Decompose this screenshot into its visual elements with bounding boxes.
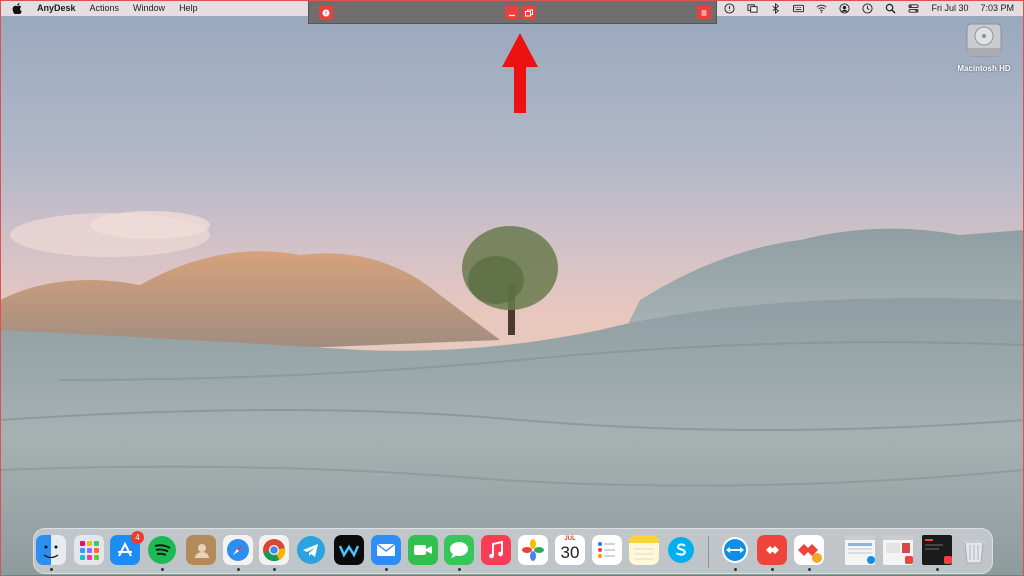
running-indicator xyxy=(273,568,276,571)
dock-window-preview-2[interactable] xyxy=(883,535,913,565)
dock-finder[interactable] xyxy=(36,535,66,565)
wifi-icon[interactable] xyxy=(816,3,827,14)
keyboard-icon[interactable] xyxy=(793,3,805,14)
running-indicator xyxy=(734,568,737,571)
dock-skype[interactable] xyxy=(666,535,696,565)
app-name-menu[interactable]: AnyDesk xyxy=(37,3,76,13)
dock-webex[interactable] xyxy=(334,535,364,565)
calendar-month: JUL xyxy=(564,536,576,542)
dock-teamviewer[interactable] xyxy=(720,535,750,565)
menu-help[interactable]: Help xyxy=(179,3,198,13)
running-indicator xyxy=(385,568,388,571)
running-indicator xyxy=(237,568,240,571)
running-indicator xyxy=(771,568,774,571)
clock-time[interactable]: 7:03 PM xyxy=(980,3,1014,13)
running-indicator xyxy=(161,568,164,571)
control-center-icon[interactable] xyxy=(908,3,919,14)
hard-drive-icon xyxy=(966,23,1002,57)
menu-window[interactable]: Window xyxy=(133,3,165,13)
user-icon[interactable] xyxy=(839,2,850,14)
running-indicator xyxy=(808,568,811,571)
running-indicator xyxy=(50,568,53,571)
dock-launchpad[interactable] xyxy=(74,535,104,565)
dock-facetime[interactable] xyxy=(408,535,438,565)
dock-chrome[interactable] xyxy=(259,535,289,565)
running-indicator xyxy=(936,568,939,571)
macintosh-hd[interactable]: Macintosh HD xyxy=(952,20,1016,73)
dock-contacts[interactable] xyxy=(186,535,216,565)
menu-icon[interactable] xyxy=(697,6,711,20)
app-store-badge: 4 xyxy=(131,531,144,544)
dock-window-preview-1[interactable] xyxy=(845,535,875,565)
dock-telegram[interactable] xyxy=(296,535,326,565)
restore-window-icon[interactable] xyxy=(522,6,536,20)
apple-menu-icon[interactable] xyxy=(12,2,25,15)
minimize-icon[interactable] xyxy=(505,6,519,20)
status-area: Fri Jul 30 7:03 PM xyxy=(701,0,1014,16)
dock-notes[interactable] xyxy=(629,535,659,565)
dock-messages[interactable] xyxy=(444,535,474,565)
running-indicator xyxy=(458,568,461,571)
dock-music[interactable] xyxy=(481,535,511,565)
dock-trash[interactable] xyxy=(959,535,989,565)
menu-actions[interactable]: Actions xyxy=(90,3,120,13)
dock-mail[interactable] xyxy=(371,535,401,565)
time-machine-icon[interactable] xyxy=(862,2,873,14)
bluetooth-icon[interactable] xyxy=(770,2,781,14)
screens-icon[interactable] xyxy=(747,3,758,14)
red-arrow-annotation xyxy=(502,33,538,113)
dock-anydesk-alt[interactable] xyxy=(794,535,824,565)
session-info-icon[interactable] xyxy=(319,6,333,20)
anydesk-session-toolbar xyxy=(308,0,717,24)
dock-safari[interactable] xyxy=(223,535,253,565)
dock-reminders[interactable] xyxy=(592,535,622,565)
anydesk-status-icon[interactable] xyxy=(724,2,735,14)
calendar-day: 30 xyxy=(560,543,580,562)
dock-anydesk[interactable] xyxy=(757,535,787,565)
dock-spotify[interactable] xyxy=(147,535,177,565)
clock-date[interactable]: Fri Jul 30 xyxy=(931,3,968,13)
dock-separator xyxy=(708,536,709,568)
dock-calendar[interactable]: JUL 30 xyxy=(555,535,585,565)
hd-label: Macintosh HD xyxy=(957,64,1011,73)
dock-window-preview-3[interactable] xyxy=(922,535,952,565)
search-icon[interactable] xyxy=(885,3,897,14)
dock-photos[interactable] xyxy=(518,535,548,565)
dock: JUL 30 xyxy=(33,528,993,574)
